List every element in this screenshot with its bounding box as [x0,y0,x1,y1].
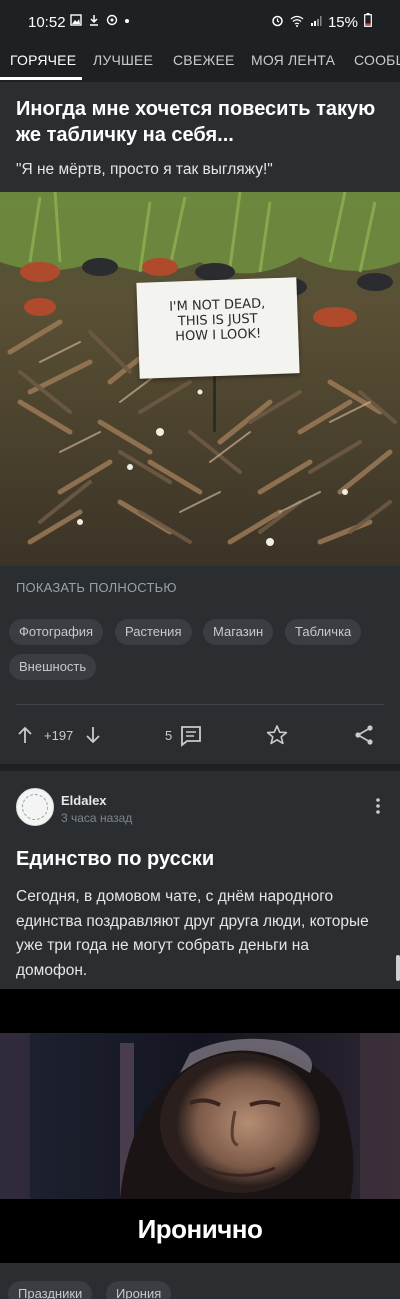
post-text: "Я не мёртв, просто я так выгляжу!" [16,161,273,178]
bookmark-star-icon[interactable] [266,724,288,751]
dot-icon [124,13,130,31]
plants-photo [0,192,400,566]
image-caption: Иронично [137,1214,263,1244]
comments-icon[interactable] [180,725,202,752]
downvote-icon[interactable] [84,725,102,750]
post-image-2[interactable] [0,1033,400,1199]
tag-sign[interactable]: Табличка [285,619,362,645]
post-title-2[interactable]: Единство по русски [16,848,214,871]
status-right: 15% [271,13,372,31]
download-icon [88,13,100,31]
post-time: 3 часа назад [61,811,133,825]
active-tab-indicator [0,77,82,80]
alarm-icon [271,14,284,31]
post-divider [16,704,384,705]
post-text-2: Сегодня, в домовом чате, с днём народног… [16,888,369,979]
tag-photo[interactable]: Фотография [9,619,104,645]
comments-count: 5 [165,728,173,743]
gallery-icon [70,13,82,31]
tag-plants[interactable]: Растения [115,619,192,645]
author-name[interactable]: Eldalex [61,793,107,808]
signal-icon [310,14,322,31]
post-rating: +197 [44,728,74,743]
tag-appearance[interactable]: Внешность [9,654,97,680]
scrollbar[interactable] [396,955,400,981]
battery-percent: 15% [327,13,358,31]
sync-icon [106,13,118,31]
tab-fresh[interactable]: СВЕЖЕЕ [173,52,235,68]
post-image[interactable]: I'M NOT DEAD, THIS IS JUST HOW I LOOK! [0,192,400,566]
show-full-button[interactable]: ПОКАЗАТЬ ПОЛНОСТЬЮ [16,580,177,595]
status-bar: 10:52 15% [0,0,400,42]
tag-irony[interactable]: Ирония [106,1281,172,1299]
tag-shop[interactable]: Магазин [203,619,274,645]
image-sign: I'M NOT DEAD, THIS IS JUST HOW I LOOK! [136,277,300,379]
notification-icons [70,13,130,31]
image-sign-text: I'M NOT DEAD, THIS IS JUST HOW I LOOK! [137,295,298,346]
tab-best[interactable]: ЛУЧШЕЕ [93,52,153,68]
meme-photo [0,1033,400,1199]
avatar-emblem [22,794,48,820]
battery-icon [364,13,372,31]
post-actions: +197 5 [0,715,400,755]
post2-tags: Праздники Ирония [0,1263,400,1299]
image-top-band [0,989,400,1033]
status-time: 10:52 [28,14,66,31]
tab-hot[interactable]: ГОРЯЧЕЕ [10,52,76,68]
tab-communities[interactable]: СООБЩ [354,52,400,68]
tab-my-feed[interactable]: МОЯ ЛЕНТА [251,52,335,68]
upvote-icon[interactable] [16,725,34,750]
post-title[interactable]: Иногда мне хочется повесить такую же таб… [16,96,388,148]
more-options-icon[interactable] [374,796,382,821]
share-icon[interactable] [354,724,374,751]
top-tabs: ГОРЯЧЕЕ ЛУЧШЕЕ СВЕЖЕЕ МОЯ ЛЕНТА СООБЩ [0,42,400,82]
wifi-icon [290,14,304,31]
avatar[interactable] [16,788,54,826]
tag-holidays[interactable]: Праздники [8,1281,93,1299]
